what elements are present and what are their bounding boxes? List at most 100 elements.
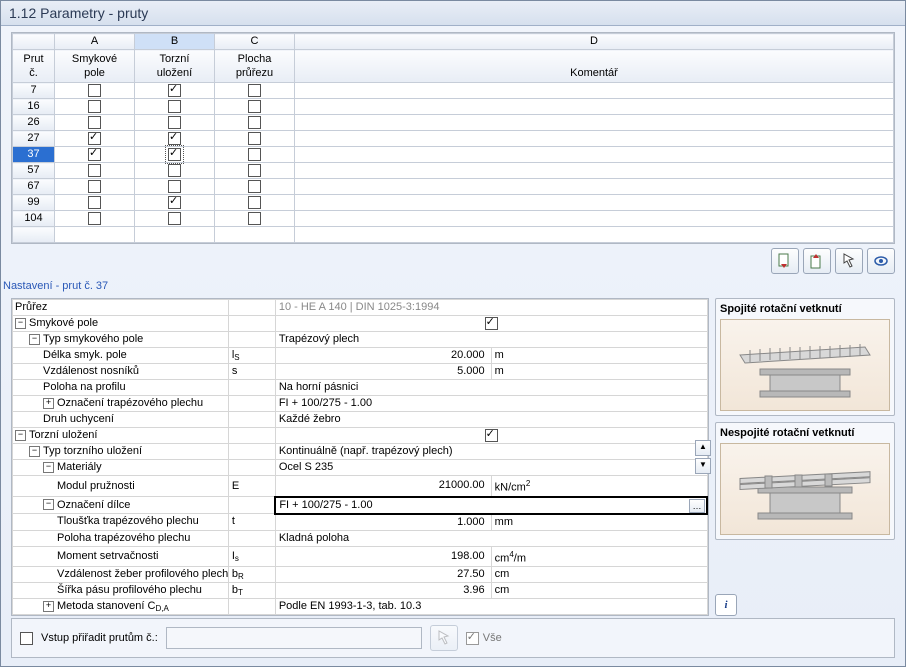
scroll-down-button[interactable]: ▼ xyxy=(695,458,711,474)
prop-value[interactable] xyxy=(275,316,707,332)
prop-value[interactable]: 10 - HE A 140 | DIN 1025-3:1994 xyxy=(275,300,707,316)
dropdown-button[interactable]: … xyxy=(689,499,705,513)
cell-cb[interactable] xyxy=(135,179,215,195)
prop-value[interactable]: 3.96 xyxy=(275,583,491,599)
cell-cb[interactable] xyxy=(215,195,295,211)
pick-button[interactable] xyxy=(835,248,863,274)
cell-comment[interactable] xyxy=(295,211,894,227)
cell-cb[interactable] xyxy=(135,195,215,211)
prop-label[interactable]: +Označení trapézového plechu xyxy=(13,396,229,412)
cell-cb[interactable] xyxy=(215,163,295,179)
prop-label[interactable]: −Materiály xyxy=(13,460,229,476)
cell-cb[interactable] xyxy=(55,195,135,211)
col-sub-B[interactable]: Torzníuložení xyxy=(135,50,215,83)
prop-value[interactable]: FI + 100/275 - 1.00… xyxy=(275,497,707,514)
prop-label[interactable]: −Smykové pole xyxy=(13,316,229,332)
row-head[interactable]: 37 xyxy=(13,147,55,163)
prop-value[interactable]: 20.000 xyxy=(275,348,491,364)
prop-label[interactable]: −Torzní uložení xyxy=(13,428,229,444)
prop-value[interactable]: Ocel S 235 xyxy=(275,460,707,476)
assign-checkbox[interactable] xyxy=(20,632,33,645)
cell-cb[interactable] xyxy=(135,163,215,179)
row-head[interactable]: 99 xyxy=(13,195,55,211)
cell-cb[interactable] xyxy=(215,115,295,131)
row-head[interactable]: 27 xyxy=(13,131,55,147)
cell-comment[interactable] xyxy=(295,179,894,195)
cell-cb[interactable] xyxy=(215,131,295,147)
prop-value[interactable]: FI + 100/275 - 1.00 xyxy=(275,396,707,412)
cell-cb[interactable] xyxy=(215,99,295,115)
cell-cb[interactable] xyxy=(55,115,135,131)
prop-value[interactable]: 27.50 xyxy=(275,567,491,583)
prop-value[interactable]: Kontinuálně (např. trapézový plech) xyxy=(275,444,707,460)
cell-comment[interactable] xyxy=(295,115,894,131)
prop-value[interactable]: 5.000 xyxy=(275,364,491,380)
cell-cb[interactable] xyxy=(55,99,135,115)
prop-value[interactable] xyxy=(275,428,707,444)
export-button[interactable] xyxy=(803,248,831,274)
cell-cb[interactable] xyxy=(55,131,135,147)
cell-cb[interactable] xyxy=(135,211,215,227)
member-grid[interactable]: A B C D Prutč. Smykovépole Torzníuložení… xyxy=(11,32,895,244)
row-head[interactable]: 57 xyxy=(13,163,55,179)
col-sub-prut[interactable]: Prutč. xyxy=(13,50,55,83)
prop-value[interactable]: Na horní pásnici xyxy=(275,380,707,396)
col-head-C[interactable]: C xyxy=(215,34,295,50)
cell-comment[interactable] xyxy=(295,131,894,147)
row-head[interactable]: 67 xyxy=(13,179,55,195)
prop-label[interactable]: −Označení dílce xyxy=(13,497,229,514)
cell-cb[interactable] xyxy=(215,83,295,99)
assign-input[interactable] xyxy=(166,627,422,649)
property-panel[interactable]: Průřez 10 - HE A 140 | DIN 1025-3:1994 −Sm… xyxy=(11,298,709,616)
cell-cb[interactable] xyxy=(55,163,135,179)
cell-comment[interactable] xyxy=(295,195,894,211)
cell-cb[interactable] xyxy=(135,115,215,131)
prop-label[interactable]: Poloha trapézového plechu xyxy=(13,530,229,546)
prop-label[interactable]: Moment setrvačnosti xyxy=(13,546,229,567)
cell-cb[interactable] xyxy=(55,147,135,163)
info-button[interactable]: i xyxy=(715,594,737,616)
col-head-B[interactable]: B xyxy=(135,34,215,50)
prop-value[interactable]: Každé žebro xyxy=(275,412,707,428)
prop-value[interactable]: 198.00 xyxy=(275,546,491,567)
prop-label[interactable]: Průřez xyxy=(13,300,229,316)
prop-label[interactable]: Šířka pásu profilového plechu xyxy=(13,583,229,599)
all-checkbox[interactable] xyxy=(466,632,479,645)
prop-label[interactable]: −Typ torzního uložení xyxy=(13,444,229,460)
row-head[interactable]: 104 xyxy=(13,211,55,227)
col-head-A[interactable]: A xyxy=(55,34,135,50)
prop-value[interactable]: 1.000 xyxy=(275,514,491,531)
col-head-D[interactable]: D xyxy=(295,34,894,50)
prop-value[interactable]: 21000.00 xyxy=(275,476,491,497)
prop-label[interactable]: −Typ smykového pole xyxy=(13,332,229,348)
prop-value[interactable]: Podle EN 1993-1-3, tab. 10.3 xyxy=(275,599,707,615)
prop-label[interactable]: +Metoda stanovení CD,A xyxy=(13,599,229,615)
row-head[interactable]: 7 xyxy=(13,83,55,99)
prop-label[interactable]: Modul pružnosti xyxy=(13,476,229,497)
prop-label[interactable]: Délka smyk. pole xyxy=(13,348,229,364)
cell-cb[interactable] xyxy=(135,131,215,147)
import-button[interactable] xyxy=(771,248,799,274)
prop-value[interactable]: Kladná poloha xyxy=(275,530,707,546)
cell-cb[interactable] xyxy=(55,179,135,195)
prop-label[interactable]: Vzdálenost nosníků xyxy=(13,364,229,380)
cell-cb[interactable] xyxy=(55,211,135,227)
row-head[interactable]: 16 xyxy=(13,99,55,115)
prop-label[interactable]: Druh uchycení xyxy=(13,412,229,428)
cell-cb[interactable] xyxy=(135,83,215,99)
cell-cb[interactable] xyxy=(215,211,295,227)
cell-cb[interactable] xyxy=(215,179,295,195)
cell-cb[interactable] xyxy=(135,99,215,115)
prop-value[interactable]: Trapézový plech xyxy=(275,332,707,348)
cell-cb[interactable] xyxy=(215,147,295,163)
cell-comment[interactable] xyxy=(295,99,894,115)
pick-members-button[interactable] xyxy=(430,625,458,651)
scroll-up-button[interactable]: ▲ xyxy=(695,440,711,456)
cell-comment[interactable] xyxy=(295,147,894,163)
view-button[interactable] xyxy=(867,248,895,274)
cell-comment[interactable] xyxy=(295,163,894,179)
cell-cb[interactable] xyxy=(55,83,135,99)
col-sub-C[interactable]: Plochaprůřezu xyxy=(215,50,295,83)
col-sub-A[interactable]: Smykovépole xyxy=(55,50,135,83)
prop-label[interactable]: Vzdálenost žeber profilového plechu xyxy=(13,567,229,583)
